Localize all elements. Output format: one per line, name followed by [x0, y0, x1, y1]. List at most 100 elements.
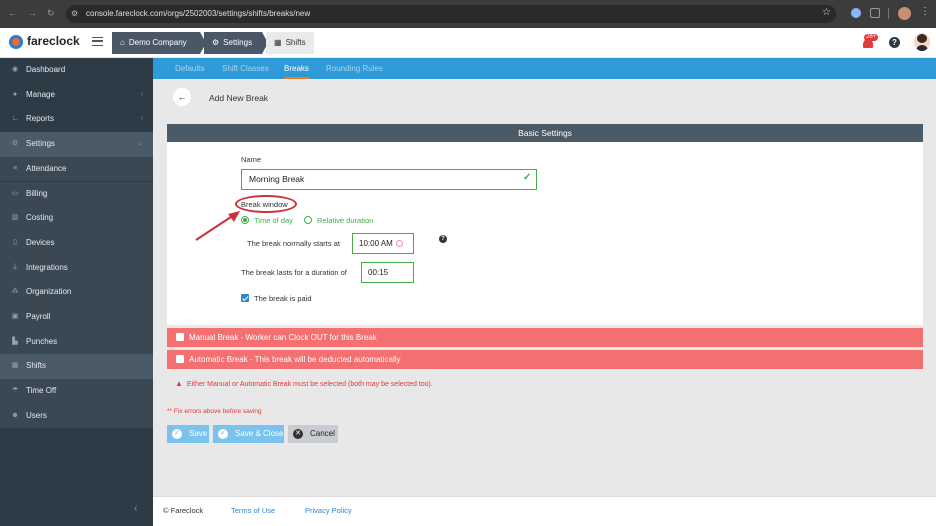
- privacy-link[interactable]: Privacy Policy: [305, 497, 352, 525]
- sidebar: ◉ Dashboard ● Manage ‹ ∟ Reports ‹ ⚙ Settings ⌄…: [0, 58, 153, 526]
- cancel-button[interactable]: ✕ Cancel: [288, 425, 338, 443]
- user-icon: ●: [12, 90, 18, 98]
- radio-label-time-of-day[interactable]: Time of day: [254, 216, 293, 225]
- extension-icon[interactable]: [851, 8, 861, 18]
- sidebar-item-time-off[interactable]: ☂ Time Off: [0, 379, 153, 404]
- sidebar-item-costing[interactable]: ▥ Costing: [0, 206, 153, 231]
- automatic-break-checkbox[interactable]: [176, 355, 184, 363]
- back-arrow-icon[interactable]: ←: [8, 8, 17, 18]
- extensions-puzzle-icon[interactable]: [870, 8, 880, 18]
- punch-icon: ▙: [12, 337, 18, 345]
- site-settings-icon[interactable]: ⚙: [71, 9, 81, 19]
- sidebar-item-settings[interactable]: ⚙ Settings ⌄: [0, 132, 153, 157]
- save-button[interactable]: ✓ Save: [167, 425, 209, 443]
- start-time-input[interactable]: 10:00 AM: [352, 233, 414, 254]
- breadcrumb-label: Shifts: [285, 38, 306, 47]
- help-icon[interactable]: ?: [889, 37, 900, 48]
- sidebar-item-label: Dashboard: [26, 65, 66, 74]
- breadcrumb-settings[interactable]: ⚙ Settings: [204, 32, 262, 54]
- tab-defaults[interactable]: Defaults: [175, 58, 204, 79]
- save-close-button[interactable]: ✓ Save & Close: [213, 425, 284, 443]
- manual-break-option[interactable]: Manual Break - Worker can Clock OUT for …: [167, 328, 923, 347]
- sidebar-item-label: Payroll: [26, 312, 51, 321]
- clock-icon: [395, 240, 403, 247]
- duration-input[interactable]: 00:15: [361, 262, 414, 283]
- breadcrumb-label: Settings: [223, 38, 253, 47]
- breadcrumb-shifts[interactable]: ▦ Shifts: [266, 32, 314, 54]
- footer: © Fareclock Terms of Use Privacy Policy: [153, 496, 936, 526]
- sidebar-collapse-icon[interactable]: ‹: [134, 503, 137, 514]
- dashboard-icon: ◉: [11, 66, 19, 73]
- gear-icon: ⚙: [212, 38, 220, 47]
- radio-relative-duration[interactable]: [304, 216, 312, 224]
- fix-errors-message: ** Fix errors above before saving: [167, 408, 262, 415]
- bookmark-star-icon[interactable]: ☆: [822, 7, 831, 18]
- sidebar-item-label: Users: [26, 410, 47, 420]
- user-avatar[interactable]: [914, 33, 930, 51]
- notifications-button[interactable]: 28+: [860, 34, 879, 48]
- plug-icon: ⏚: [11, 263, 19, 271]
- sidebar-item-label: Shifts: [26, 361, 47, 371]
- sidebar-item-label: Integrations: [26, 262, 68, 272]
- terms-link[interactable]: Terms of Use: [231, 497, 275, 525]
- forward-arrow-icon[interactable]: →: [28, 8, 37, 18]
- radio-label-relative-duration[interactable]: Relative duration: [317, 216, 373, 225]
- sidebar-item-payroll[interactable]: ▣ Payroll: [0, 305, 153, 330]
- sidebar-item-users[interactable]: ☻ Users: [0, 403, 153, 429]
- sidebar-item-reports[interactable]: ∟ Reports ‹: [0, 107, 153, 132]
- chevron-left-icon: ‹: [140, 115, 143, 123]
- name-label: Name: [241, 155, 262, 164]
- toolbar-divider: [888, 8, 889, 19]
- url-text: console.fareclock.com/orgs/2502003/setti…: [86, 9, 311, 18]
- sidebar-item-label: Time Off: [26, 386, 57, 396]
- sidebar-item-devices[interactable]: ▯ Devices: [0, 230, 153, 256]
- tab-shift-classes[interactable]: Shift Classes: [222, 58, 269, 79]
- tab-rounding-rules[interactable]: Rounding Rules: [326, 58, 383, 79]
- sidebar-item-dashboard[interactable]: ◉ Dashboard: [0, 58, 153, 83]
- paid-label: The break is paid: [254, 294, 312, 303]
- browser-menu-icon[interactable]: ⋮: [920, 6, 930, 17]
- notification-badge: 28+: [864, 34, 879, 41]
- home-icon: ⌂: [120, 38, 125, 47]
- sidebar-item-attendance[interactable]: ≡ Attendance: [0, 156, 153, 182]
- sidebar-item-label: Costing: [26, 213, 54, 223]
- browser-profile-avatar[interactable]: [898, 7, 911, 20]
- back-button[interactable]: ←: [173, 88, 191, 106]
- manual-break-checkbox[interactable]: [176, 333, 184, 341]
- paid-checkbox[interactable]: [241, 294, 249, 302]
- main-content: Defaults Shift Classes Breaks Rounding R…: [153, 58, 936, 526]
- tab-breaks[interactable]: Breaks: [284, 58, 309, 79]
- sidebar-item-manage[interactable]: ● Manage ‹: [0, 83, 153, 108]
- help-question-icon[interactable]: ?: [439, 235, 447, 243]
- duration-label: The break lasts for a duration of: [241, 268, 347, 277]
- sidebar-item-punches[interactable]: ▙ Punches: [0, 329, 153, 355]
- money-icon: ▣: [11, 313, 19, 320]
- cancel-label: Cancel: [310, 429, 335, 438]
- settings-tabs: Defaults Shift Classes Breaks Rounding R…: [153, 58, 936, 79]
- sitemap-icon: ⁂: [11, 288, 19, 296]
- sidebar-item-billing[interactable]: ▭ Billing: [0, 181, 153, 207]
- sidebar-item-label: Devices: [26, 237, 55, 247]
- check-circle-icon: ✓: [172, 429, 182, 439]
- sidebar-item-integrations[interactable]: ⏚ Integrations: [0, 255, 153, 281]
- gear-icon: ⚙: [11, 140, 19, 148]
- sidebar-item-organization[interactable]: ⁂ Organization: [0, 280, 153, 305]
- sidebar-item-label: Settings: [26, 139, 55, 149]
- close-circle-icon: ✕: [293, 429, 303, 439]
- check-circle-icon: ✓: [218, 429, 228, 439]
- reload-icon[interactable]: ↻: [47, 8, 55, 19]
- sidebar-item-label: Billing: [26, 188, 48, 198]
- breadcrumb-label: Demo Company: [128, 38, 187, 47]
- umbrella-icon: ☂: [11, 387, 19, 395]
- automatic-break-label: Automatic Break - This break will be ded…: [189, 355, 401, 364]
- bars-icon: ▥: [11, 214, 19, 222]
- sidebar-item-shifts[interactable]: ▦ Shifts: [0, 354, 153, 380]
- sidebar-item-label: Punches: [26, 336, 58, 346]
- menu-toggle-icon[interactable]: [92, 37, 103, 46]
- name-field[interactable]: Morning Break: [241, 169, 537, 190]
- sidebar-item-label: Manage: [26, 89, 55, 99]
- address-bar[interactable]: ⚙ console.fareclock.com/orgs/2502003/set…: [66, 5, 836, 23]
- breadcrumb-company[interactable]: ⌂ Demo Company: [112, 32, 200, 54]
- automatic-break-option[interactable]: Automatic Break - This break will be ded…: [167, 350, 923, 369]
- basic-settings-panel: Basic Settings Name Morning Break ✓ Brea…: [167, 124, 923, 325]
